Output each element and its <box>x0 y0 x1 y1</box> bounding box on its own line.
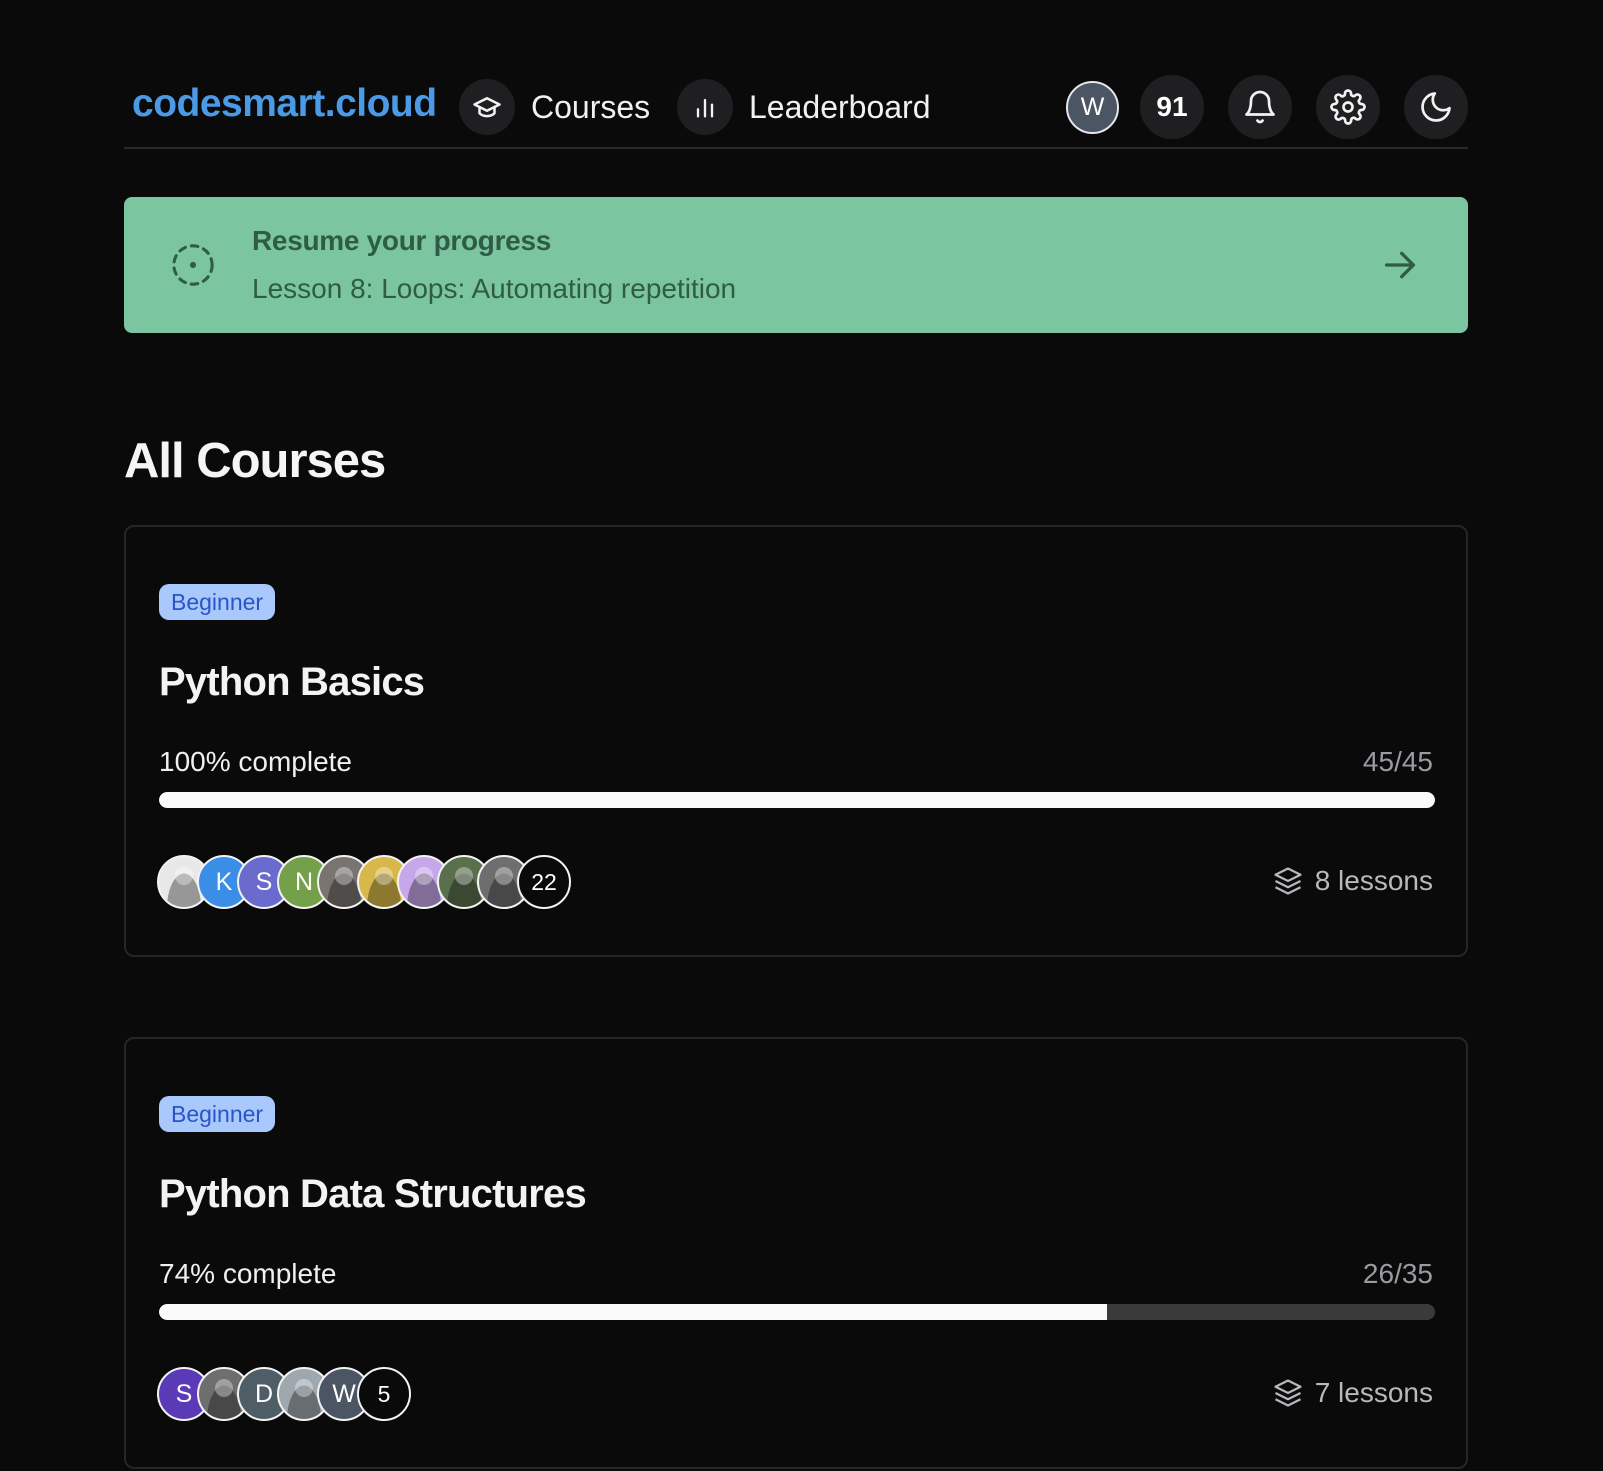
layers-icon <box>1274 867 1302 895</box>
bar-chart-icon <box>677 79 733 135</box>
more-avatars-count[interactable]: 22 <box>517 855 571 909</box>
avatar-letter: N <box>294 867 314 896</box>
points-badge[interactable]: 91 <box>1140 75 1204 139</box>
course-card[interactable]: Beginner Python Basics 100% complete 45/… <box>124 525 1468 957</box>
progress-fill <box>159 792 1435 808</box>
user-avatar[interactable]: W <box>1066 81 1119 134</box>
course-card[interactable]: Beginner Python Data Structures 74% comp… <box>124 1037 1468 1469</box>
progress-bar <box>159 1304 1435 1320</box>
level-badge: Beginner <box>159 1096 276 1132</box>
course-title[interactable]: Python Data Structures <box>159 1172 587 1217</box>
avatar-letter: K <box>215 867 233 896</box>
top-navbar: codesmart.cloud Courses Leaderboard W 91 <box>124 0 1468 149</box>
nav-leaderboard[interactable]: Leaderboard <box>677 79 930 135</box>
arrow-right-icon[interactable] <box>1380 245 1420 285</box>
resume-progress-banner[interactable]: Resume your progress Lesson 8: Loops: Au… <box>124 197 1468 333</box>
nav-courses-label: Courses <box>531 88 651 125</box>
settings-button[interactable] <box>1316 75 1380 139</box>
avatar-letter: S <box>175 1379 193 1408</box>
level-badge: Beginner <box>159 584 276 620</box>
progress-bar <box>159 792 1435 808</box>
avatar-letter: D <box>254 1379 274 1408</box>
gear-icon <box>1330 89 1366 125</box>
progress-count: 26/35 <box>1362 1258 1433 1289</box>
lesson-count-label: 8 lessons <box>1314 865 1433 896</box>
theme-toggle-button[interactable] <box>1404 75 1468 139</box>
enrolled-avatars: K S N 22 <box>157 855 571 911</box>
lesson-count: 7 lessons <box>1273 1377 1433 1409</box>
graduation-cap-icon <box>459 79 515 135</box>
nav-leaderboard-label: Leaderboard <box>749 88 931 125</box>
progress-label: 100% complete <box>159 746 353 777</box>
course-title[interactable]: Python Basics <box>159 660 425 705</box>
section-title: All Courses <box>124 434 386 488</box>
progress-count: 45/45 <box>1362 746 1433 777</box>
more-avatars-count[interactable]: 5 <box>357 1367 411 1421</box>
avatar-letter: W <box>332 1379 356 1408</box>
brand-logo[interactable]: codesmart.cloud <box>132 82 437 126</box>
lesson-count: 8 lessons <box>1273 865 1433 897</box>
resume-title: Resume your progress <box>252 225 551 256</box>
dashed-circle-icon <box>172 244 214 286</box>
enrolled-avatars: S D W5 <box>157 1367 411 1423</box>
layers-icon <box>1274 1379 1302 1407</box>
bell-icon <box>1245 90 1275 124</box>
moon-icon <box>1421 92 1451 122</box>
progress-fill <box>159 1304 1108 1320</box>
lesson-count-label: 7 lessons <box>1314 1377 1433 1408</box>
resume-lesson: Lesson 8: Loops: Automating repetition <box>252 273 737 304</box>
progress-label: 74% complete <box>159 1258 337 1289</box>
nav-courses[interactable]: Courses <box>459 79 650 135</box>
avatar-letter: S <box>255 867 273 896</box>
notifications-button[interactable] <box>1228 75 1292 139</box>
page: codesmart.cloud Courses Leaderboard W 91… <box>0 0 1603 1471</box>
